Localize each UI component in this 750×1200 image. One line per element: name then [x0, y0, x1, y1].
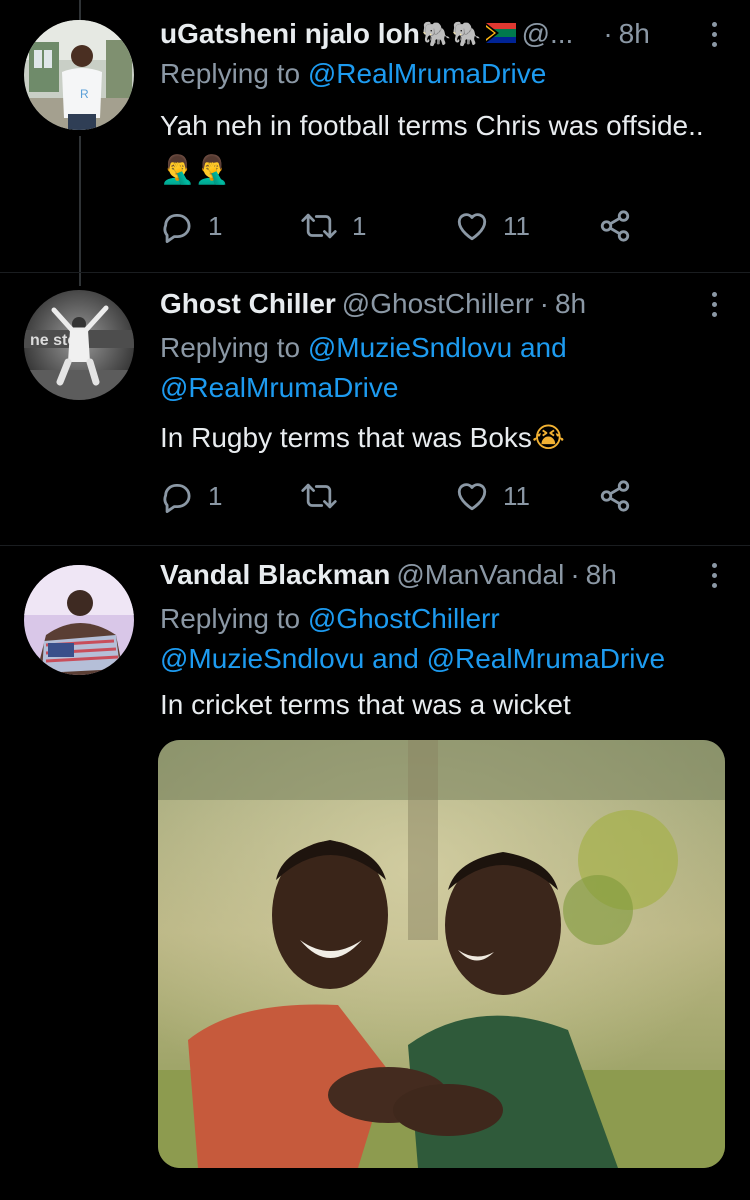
tweet-text: In cricket terms that was a wicket: [160, 683, 710, 727]
and-word: and: [519, 332, 567, 363]
separator-dot: ·: [570, 559, 580, 590]
tweet-media-photo[interactable]: [158, 740, 725, 1168]
tweet[interactable]: R uGatsheni njalo loh 🐘🐘 @... · 8h Reply…: [0, 0, 750, 270]
replying-label: Replying to: [160, 332, 301, 363]
retweet-icon: [301, 213, 337, 239]
timestamp[interactable]: 8h: [555, 288, 586, 320]
replying-label: Replying to: [160, 58, 301, 89]
more-vertical-icon[interactable]: [702, 555, 726, 595]
tweet-text-content: In cricket terms that was a wicket: [160, 689, 571, 720]
more-vertical-icon[interactable]: [702, 284, 726, 324]
avatar[interactable]: [24, 565, 134, 675]
tweet-header: Ghost Chiller @GhostChillerr · 8h: [160, 284, 720, 324]
like-count: 11: [503, 210, 530, 241]
separator-dot: ·: [603, 18, 613, 49]
replying-label: Replying to: [160, 603, 301, 634]
display-name[interactable]: uGatsheni njalo loh: [160, 18, 420, 50]
like-button[interactable]: 11: [455, 476, 530, 516]
share-button[interactable]: [598, 476, 632, 516]
timestamp[interactable]: 8h: [619, 18, 650, 50]
name-emoji: 🐘🐘: [421, 20, 482, 48]
share-icon: [600, 480, 630, 512]
facepalm-emoji: 🤦‍♂️🤦‍♂️: [160, 153, 230, 186]
and-word: and: [372, 643, 419, 674]
tweet-text-content: Yah neh in football terms Chris was offs…: [160, 110, 704, 141]
tweet[interactable]: ne ste Ghost Chiller @GhostChillerr · 8h…: [0, 272, 750, 544]
tweet-text-content: In Rugby terms that was Boks: [160, 422, 532, 453]
like-count: 11: [503, 480, 530, 511]
svg-text:R: R: [80, 87, 89, 101]
retweet-icon: [301, 483, 337, 509]
mention-link[interactable]: @GhostChillerr: [308, 603, 500, 634]
mention-link[interactable]: @RealMrumaDrive: [427, 643, 665, 674]
separator-dot: ·: [539, 288, 549, 319]
avatar[interactable]: ne ste: [24, 290, 134, 400]
mention-link[interactable]: @RealMrumaDrive: [160, 372, 398, 403]
mention-link[interactable]: @RealMrumaDrive: [308, 58, 546, 89]
display-name[interactable]: Ghost Chiller: [160, 288, 336, 320]
share-button[interactable]: [598, 206, 632, 246]
crying-emoji: 😭: [531, 421, 565, 454]
heart-icon: [457, 483, 487, 511]
replying-to: Replying to @RealMrumaDrive: [160, 54, 720, 94]
heart-icon: [457, 213, 487, 241]
flag-icon: [485, 18, 516, 50]
tweet-actions: 1 11: [160, 476, 660, 516]
mention-link[interactable]: @MuzieSndlovu: [160, 643, 364, 674]
user-handle[interactable]: @...: [522, 18, 574, 50]
reply-icon: [163, 213, 191, 243]
reply-count: 1: [208, 210, 223, 241]
timestamp[interactable]: 8h: [586, 559, 617, 591]
retweet-button[interactable]: [300, 476, 352, 516]
retweet-count: 1: [352, 210, 367, 241]
display-name[interactable]: Vandal Blackman: [160, 559, 390, 591]
user-handle[interactable]: @ManVandal: [396, 559, 564, 591]
tweet-text: In Rugby terms that was Boks😭: [160, 416, 710, 460]
reply-icon: [163, 483, 191, 513]
reply-button[interactable]: 1: [160, 206, 222, 246]
tweet-actions: 1 1 11: [160, 206, 660, 246]
reply-button[interactable]: 1: [160, 476, 222, 516]
reply-count: 1: [208, 480, 223, 511]
tweet-header: uGatsheni njalo loh 🐘🐘 @... · 8h: [160, 14, 720, 54]
retweet-button[interactable]: 1: [300, 206, 366, 246]
user-handle[interactable]: @GhostChillerr: [342, 288, 534, 320]
avatar[interactable]: R: [24, 20, 134, 130]
replying-to: Replying to @MuzieSndlovu and @RealMruma…: [160, 328, 720, 408]
more-vertical-icon[interactable]: [702, 14, 726, 54]
mention-link[interactable]: @MuzieSndlovu: [308, 332, 512, 363]
share-icon: [600, 210, 630, 242]
tweet-text: Yah neh in football terms Chris was offs…: [160, 104, 710, 192]
like-button[interactable]: 11: [455, 206, 530, 246]
replying-to: Replying to @GhostChillerr @MuzieSndlovu…: [160, 599, 720, 679]
tweet-header: Vandal Blackman @ManVandal · 8h: [160, 555, 720, 595]
